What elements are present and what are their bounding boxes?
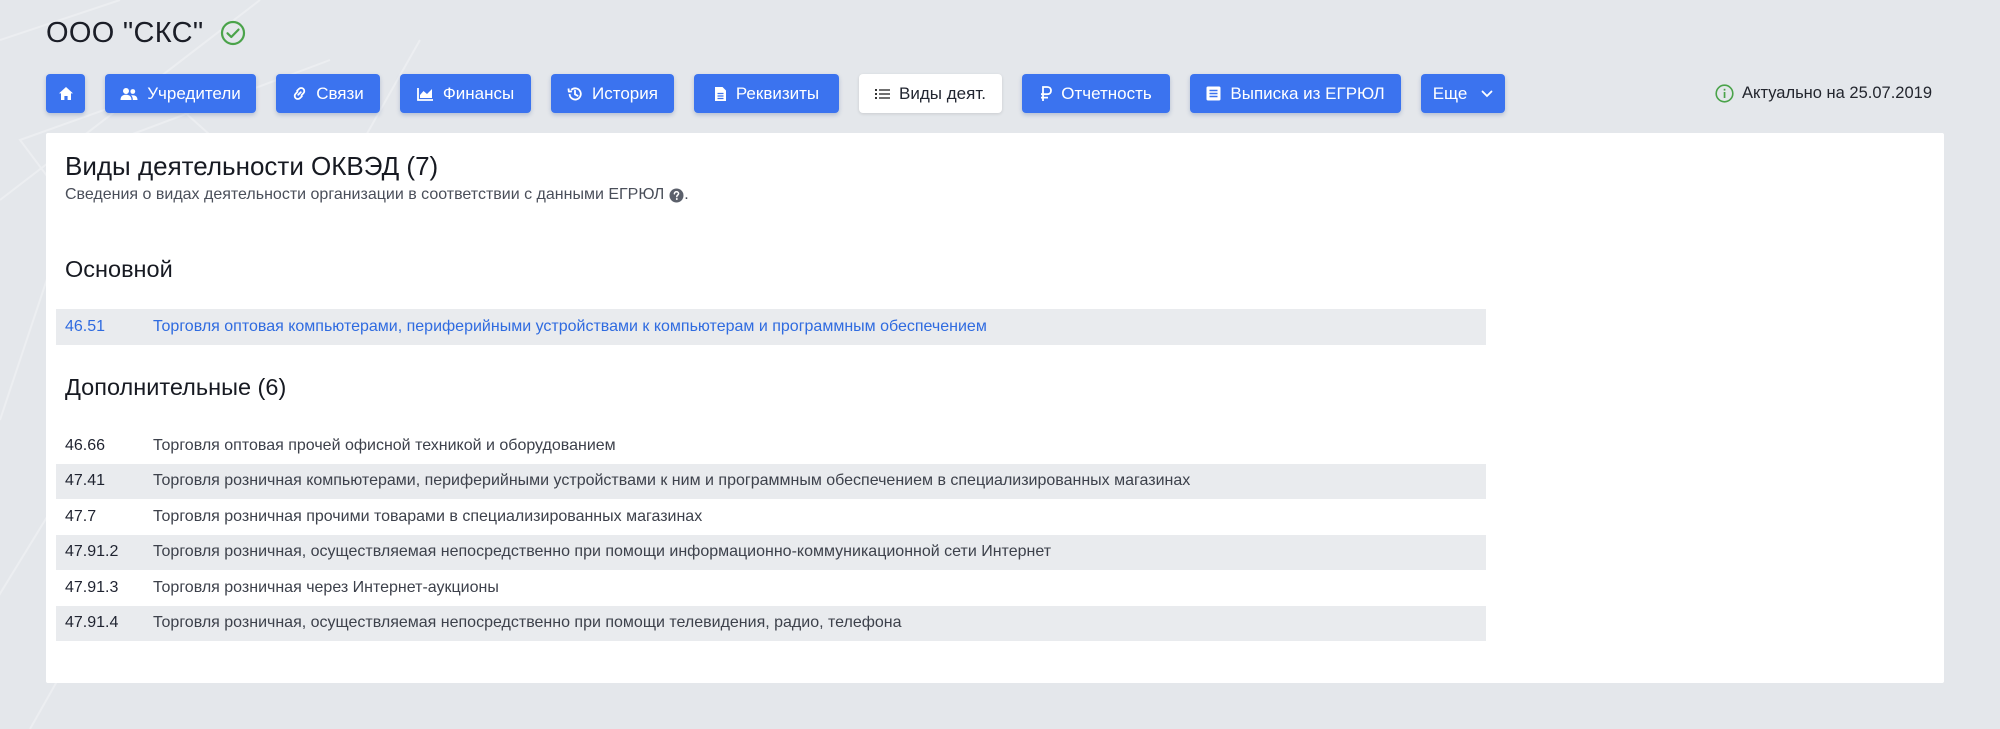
tab-label: Учредители: [147, 84, 241, 103]
ruble-icon: [1040, 85, 1053, 102]
section-subtitle-text: Сведения о видах деятельности организаци…: [65, 186, 665, 203]
okved-description: Торговля оптовая прочей офисной техникой…: [153, 436, 616, 454]
tab-label: Связи: [316, 84, 364, 103]
section-subtitle-suffix: .: [684, 186, 689, 203]
okved-description[interactable]: Торговля оптовая компьютерами, периферий…: [153, 318, 987, 336]
tab-reporting[interactable]: Отчетность: [1022, 74, 1170, 113]
tab-bar: Учредители Связи Финансы История Реквизи…: [46, 74, 1505, 113]
info-icon: [1715, 84, 1734, 103]
document-icon: [714, 86, 727, 102]
table-row[interactable]: 46.51 Торговля оптовая компьютерами, пер…: [56, 309, 1486, 345]
tab-history[interactable]: История: [551, 74, 674, 113]
tab-more-dropdown[interactable]: Еще: [1421, 74, 1505, 113]
okved-description: Торговля розничная через Интернет-аукцио…: [153, 578, 499, 596]
link-icon: [292, 86, 307, 101]
tab-requisites[interactable]: Реквизиты: [694, 74, 839, 113]
okved-code: 47.91.2: [65, 543, 119, 561]
page-header: ООО "СКС": [46, 14, 246, 52]
okved-description: Торговля розничная, осуществляемая непос…: [153, 614, 902, 632]
actuality-text: Актуально на 25.07.2019: [1742, 84, 1932, 102]
okved-description: Торговля розничная, осуществляемая непос…: [153, 543, 1052, 561]
chevron-down-icon: [1481, 90, 1493, 98]
users-icon: [120, 87, 138, 101]
extra-group-title: Дополнительные (6): [65, 374, 287, 400]
okved-code: 46.66: [65, 436, 106, 454]
main-activity-table: 46.51 Торговля оптовая компьютерами, пер…: [56, 309, 1486, 345]
tab-label: Еще: [1432, 84, 1468, 103]
check-circle-icon: [220, 20, 246, 46]
table-row: 47.91.3 Торговля розничная через Интерне…: [56, 570, 1486, 606]
question-icon[interactable]: [669, 188, 684, 203]
tab-label: Отчетность: [1061, 84, 1152, 103]
tab-label: Финансы: [442, 84, 515, 103]
activities-panel: Виды деятельности ОКВЭД (7) Сведения о в…: [46, 133, 1944, 683]
tab-founders[interactable]: Учредители: [105, 74, 256, 113]
table-row: 47.7 Торговля розничная прочими товарами…: [56, 499, 1486, 535]
tab-finance[interactable]: Финансы: [400, 74, 531, 113]
tab-home[interactable]: [46, 74, 85, 113]
table-row: 46.66 Торговля оптовая прочей офисной те…: [56, 428, 1486, 464]
list-icon: [875, 88, 891, 100]
okved-code: 47.41: [65, 472, 106, 490]
tab-links[interactable]: Связи: [276, 74, 380, 113]
okved-code: 47.7: [65, 507, 97, 525]
okved-code: 47.91.3: [65, 578, 119, 596]
okved-description: Торговля розничная прочими товарами в сп…: [153, 507, 703, 525]
okved-code[interactable]: 46.51: [56, 318, 153, 336]
tab-activities[interactable]: Виды деят.: [859, 74, 1002, 113]
section-subtitle: Сведения о видах деятельности организаци…: [65, 186, 689, 204]
table-row: 47.91.2 Торговля розничная, осуществляем…: [56, 534, 1486, 570]
tab-label: Реквизиты: [735, 84, 820, 103]
table-row: 47.91.4 Торговля розничная, осуществляем…: [56, 605, 1486, 641]
tab-label: Выписка из ЕГРЮЛ: [1230, 84, 1385, 103]
actuality-status: Актуально на 25.07.2019: [1715, 84, 1932, 103]
tab-label: Виды деят.: [899, 84, 986, 103]
extra-activity-table: 46.66 Торговля оптовая прочей офисной те…: [56, 428, 1486, 641]
table-row: 47.41 Торговля розничная компьютерами, п…: [56, 463, 1486, 499]
okved-description: Торговля розничная компьютерами, перифер…: [153, 472, 1191, 490]
history-icon: [567, 86, 583, 102]
company-name: ООО "СКС": [46, 16, 204, 49]
tab-egrul-extract[interactable]: Выписка из ЕГРЮЛ: [1190, 74, 1401, 113]
home-icon: [58, 86, 74, 101]
tab-label: История: [592, 84, 658, 103]
chart-icon: [416, 87, 434, 101]
okved-code: 47.91.4: [65, 614, 119, 632]
main-group-title: Основной: [65, 256, 173, 282]
section-title: Виды деятельности ОКВЭД (7): [65, 151, 439, 181]
register-icon: [1206, 86, 1221, 101]
